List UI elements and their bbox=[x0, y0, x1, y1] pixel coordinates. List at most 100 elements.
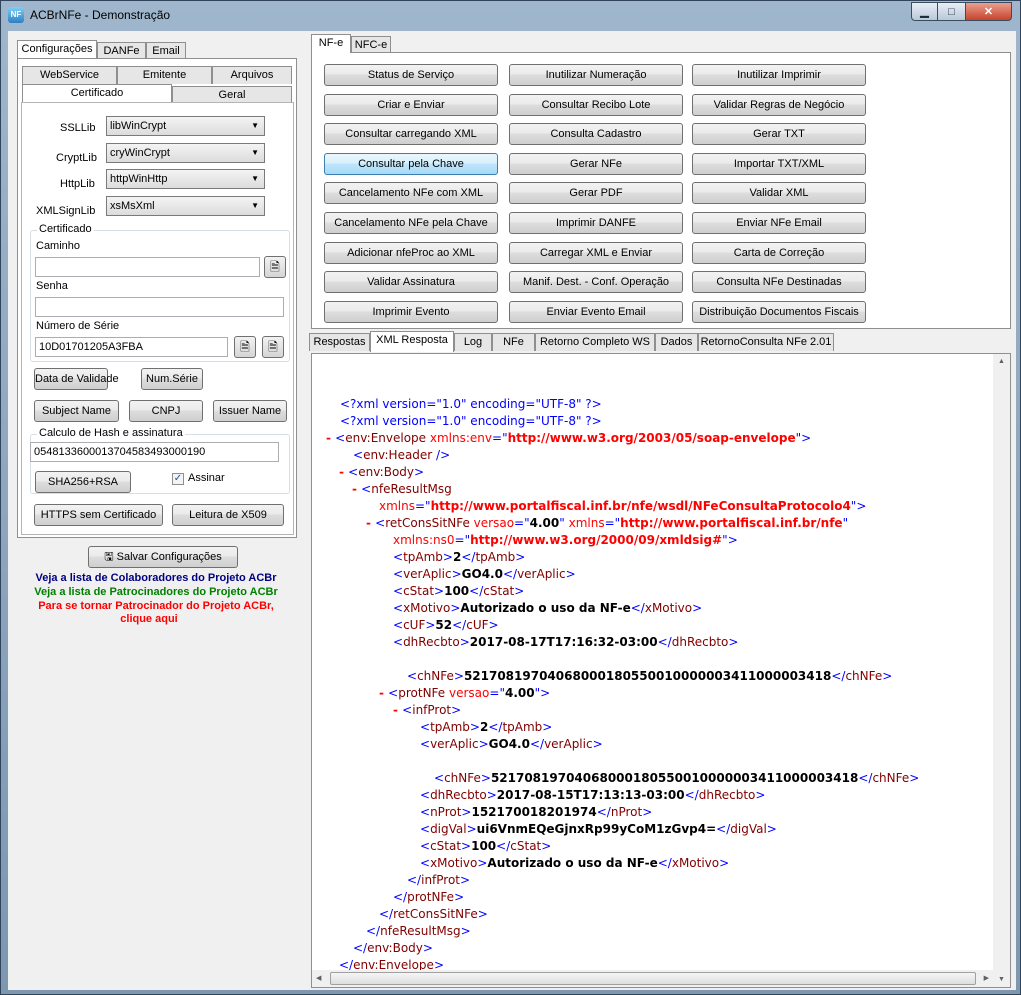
action-button-inutilizar-imprimir[interactable]: Inutilizar Imprimir bbox=[692, 64, 866, 86]
tab-geral[interactable]: Geral bbox=[172, 86, 292, 102]
list-cert-button[interactable]: 🗎 bbox=[262, 336, 284, 358]
salvar-configuracoes-button[interactable]: 🖫 Salvar Configurações bbox=[88, 546, 238, 568]
certificado-page: SSLLib libWinCrypt ▼ CryptLib cryWinCrypt… bbox=[21, 102, 294, 535]
action-button-validar-xml[interactable]: Validar XML bbox=[692, 182, 866, 205]
ns0-value: http://www.w3.org/2000/09/xmldsig# bbox=[470, 533, 723, 547]
chnfe-value: 5217081970406800018055001000000341100000… bbox=[463, 669, 832, 683]
action-button-consulta-cadastro[interactable]: Consulta Cadastro bbox=[509, 123, 683, 146]
xml-ns0: xmlns:ns0="http://www.w3.org/2000/09/xml… bbox=[393, 533, 738, 547]
action-button-distribuic-a-o-documentos-fiscais[interactable]: Distribuição Documentos Fiscais bbox=[692, 300, 866, 323]
numero-serie-label: Número de Série bbox=[36, 320, 120, 332]
scroll-down-icon[interactable]: ▼ bbox=[998, 976, 1005, 983]
cryptlib-label: CryptLib bbox=[56, 152, 97, 164]
action-button-cancelamento-nfe-com-xml[interactable]: Cancelamento NFe com XML bbox=[324, 182, 498, 205]
tab-certificado[interactable]: Certificado bbox=[22, 84, 172, 102]
action-button-gerar-pdf[interactable]: Gerar PDF bbox=[509, 182, 683, 205]
assinar-checkbox[interactable]: ✓ bbox=[172, 473, 184, 485]
xml-body-open: - <env:Body> bbox=[339, 465, 425, 479]
action-button-status-de-servic-o[interactable]: Status de Serviço bbox=[324, 64, 498, 86]
tab-retorno-completo[interactable]: Retorno Completo WS bbox=[535, 333, 655, 351]
num-serie-button[interactable]: Num.Série bbox=[141, 368, 203, 390]
action-button-gerar-nfe[interactable]: Gerar NFe bbox=[509, 152, 683, 175]
https-sem-certificado-button[interactable]: HTTPS sem Certificado bbox=[34, 504, 163, 526]
numero-serie-input[interactable]: 10D01701205A3FBA bbox=[35, 337, 228, 357]
tab-respostas[interactable]: Respostas bbox=[309, 333, 370, 351]
minimize-button[interactable]: ▁ bbox=[911, 2, 938, 21]
tab-retorno-consulta[interactable]: RetornoConsulta NFe 2.01 bbox=[698, 333, 834, 351]
app-window: NF ACBrNFe - Demonstração ▁ □ ✕ Configur… bbox=[0, 0, 1021, 995]
xml-infprot-open: - <infProt> bbox=[393, 703, 462, 717]
caminho-input[interactable] bbox=[35, 257, 260, 277]
xml-chnfe: <chNFe>521708197040680001805500100000034… bbox=[407, 669, 893, 683]
close-button[interactable]: ✕ bbox=[965, 2, 1012, 21]
retcons-ns: http://www.portalfiscal.inf.br/nfe bbox=[620, 516, 843, 530]
action-button-consultar-recibo-lote[interactable]: Consultar Recibo Lote bbox=[509, 93, 683, 116]
tornar-patrocinador-link[interactable]: Para se tornar Patrocinador do Projeto A… bbox=[8, 600, 304, 612]
action-button-carregar-xml-e-enviar[interactable]: Carregar XML e Enviar bbox=[509, 241, 683, 264]
chevron-down-icon: ▼ bbox=[251, 121, 259, 130]
tab-webservice[interactable]: WebService bbox=[22, 66, 117, 84]
action-button-criar-e-enviar[interactable]: Criar e Enviar bbox=[324, 93, 498, 116]
tab-nfce[interactable]: NFC-e bbox=[351, 36, 391, 53]
action-button-consulta-nfe-destinadas[interactable]: Consulta NFe Destinadas bbox=[692, 271, 866, 294]
cryptlib-select[interactable]: cryWinCrypt ▼ bbox=[106, 143, 265, 163]
action-button-manif-dest-conf-operac-a-o[interactable]: Manif. Dest. - Conf. Operação bbox=[509, 271, 683, 294]
scroll-left-icon[interactable]: ◀ bbox=[316, 974, 321, 982]
tab-configuracoes[interactable]: Configurações bbox=[17, 40, 97, 58]
action-button-enviar-evento-email[interactable]: Enviar Evento Email bbox=[509, 300, 683, 323]
tab-xml-resposta[interactable]: XML Resposta bbox=[370, 331, 454, 352]
action-button-validar-assinatura[interactable]: Validar Assinatura bbox=[324, 271, 498, 294]
xmlsignlib-label: XMLSignLib bbox=[36, 205, 96, 217]
action-button-imprimir-danfe[interactable]: Imprimir DANFE bbox=[509, 212, 683, 234]
action-button-gerar-txt[interactable]: Gerar TXT bbox=[692, 123, 866, 146]
envelope-ns: http://www.w3.org/2003/05/soap-envelope bbox=[507, 431, 796, 445]
digval-value: ui6VnmEQeGjnxRp99yCoM1zGvp4= bbox=[476, 822, 717, 836]
select-cert-button[interactable]: 🗎 bbox=[234, 336, 256, 358]
action-button-consultar-pela-chave[interactable]: Consultar pela Chave bbox=[324, 152, 498, 175]
vertical-scrollbar[interactable]: ▲ ▼ bbox=[993, 354, 1010, 987]
nferesult-ns: http://www.portalfiscal.inf.br/nfe/wsdl/… bbox=[430, 499, 851, 513]
tab-dados[interactable]: Dados bbox=[655, 333, 698, 351]
clique-aqui-link[interactable]: clique aqui bbox=[1, 613, 297, 625]
leitura-x509-button[interactable]: Leitura de X509 bbox=[172, 504, 284, 526]
patrocinadores-link[interactable]: Veja a lista de Patrocinadores do Projet… bbox=[8, 586, 304, 598]
sha256-rsa-button[interactable]: SHA256+RSA bbox=[35, 471, 131, 493]
scroll-thumb[interactable] bbox=[330, 972, 976, 985]
xmlsignlib-select[interactable]: xsMsXml ▼ bbox=[106, 196, 265, 216]
hash-input[interactable]: 05481336000137045834930001​90 bbox=[30, 442, 279, 462]
senha-input[interactable] bbox=[35, 297, 284, 317]
scroll-up-icon[interactable]: ▲ bbox=[998, 358, 1005, 365]
tab-email[interactable]: Email bbox=[146, 42, 186, 58]
httplib-select[interactable]: httpWinHttp ▼ bbox=[106, 169, 265, 189]
title-bar[interactable]: NF ACBrNFe - Demonstração ▁ □ ✕ bbox=[1, 1, 1020, 31]
subject-name-button[interactable]: Subject Name bbox=[34, 400, 119, 422]
tab-nfe-result[interactable]: NFe bbox=[492, 333, 535, 351]
tab-log[interactable]: Log bbox=[454, 333, 492, 351]
browse-file-button[interactable]: 🗎 bbox=[264, 256, 286, 278]
action-button-importar-txt-xml[interactable]: Importar TXT/XML bbox=[692, 152, 866, 175]
config-panel: Configurações DANFe Email WebService Emi… bbox=[8, 31, 304, 990]
colaboradores-link[interactable]: Veja a lista de Colaboradores do Projeto… bbox=[8, 572, 304, 584]
issuer-name-button[interactable]: Issuer Name bbox=[213, 400, 287, 422]
ssllib-select[interactable]: libWinCrypt ▼ bbox=[106, 116, 265, 136]
action-button-carta-de-correc-a-o[interactable]: Carta de Correção bbox=[692, 241, 866, 264]
xml-nferesult-close: </nfeResultMsg> bbox=[366, 924, 471, 938]
action-button-inutilizar-numerac-a-o[interactable]: Inutilizar Numeração bbox=[509, 64, 683, 86]
xml-xmotivo: <xMotivo>Autorizado o uso da NF-e</xMoti… bbox=[393, 601, 703, 615]
action-button-adicionar-nfeproc-ao-xml[interactable]: Adicionar nfeProc ao XML bbox=[324, 241, 498, 264]
action-button-enviar-nfe-email[interactable]: Enviar NFe Email bbox=[692, 212, 866, 234]
action-button-consultar-carregando-xml[interactable]: Consultar carregando XML bbox=[324, 123, 498, 146]
maximize-button[interactable]: □ bbox=[937, 2, 966, 21]
xml-response-view[interactable]: <?xml version="1.0" encoding="UTF-8" ?> … bbox=[311, 353, 1011, 988]
action-button-validar-regras-de-nego-cio[interactable]: Validar Regras de Negócio bbox=[692, 93, 866, 116]
tab-danfe[interactable]: DANFe bbox=[97, 42, 146, 58]
data-validade-button[interactable]: Data de Validade bbox=[34, 368, 119, 390]
horizontal-scrollbar[interactable]: ◀ ▶ bbox=[312, 970, 993, 987]
scroll-right-icon[interactable]: ▶ bbox=[984, 974, 989, 982]
tab-nfe[interactable]: NF-e bbox=[311, 34, 351, 53]
tab-arquivos[interactable]: Arquivos bbox=[212, 66, 292, 84]
tab-emitente[interactable]: Emitente bbox=[117, 66, 212, 84]
action-button-imprimir-evento[interactable]: Imprimir Evento bbox=[324, 300, 498, 323]
action-button-cancelamento-nfe-pela-chave[interactable]: Cancelamento NFe pela Chave bbox=[324, 212, 498, 234]
cnpj-button[interactable]: CNPJ bbox=[129, 400, 203, 422]
